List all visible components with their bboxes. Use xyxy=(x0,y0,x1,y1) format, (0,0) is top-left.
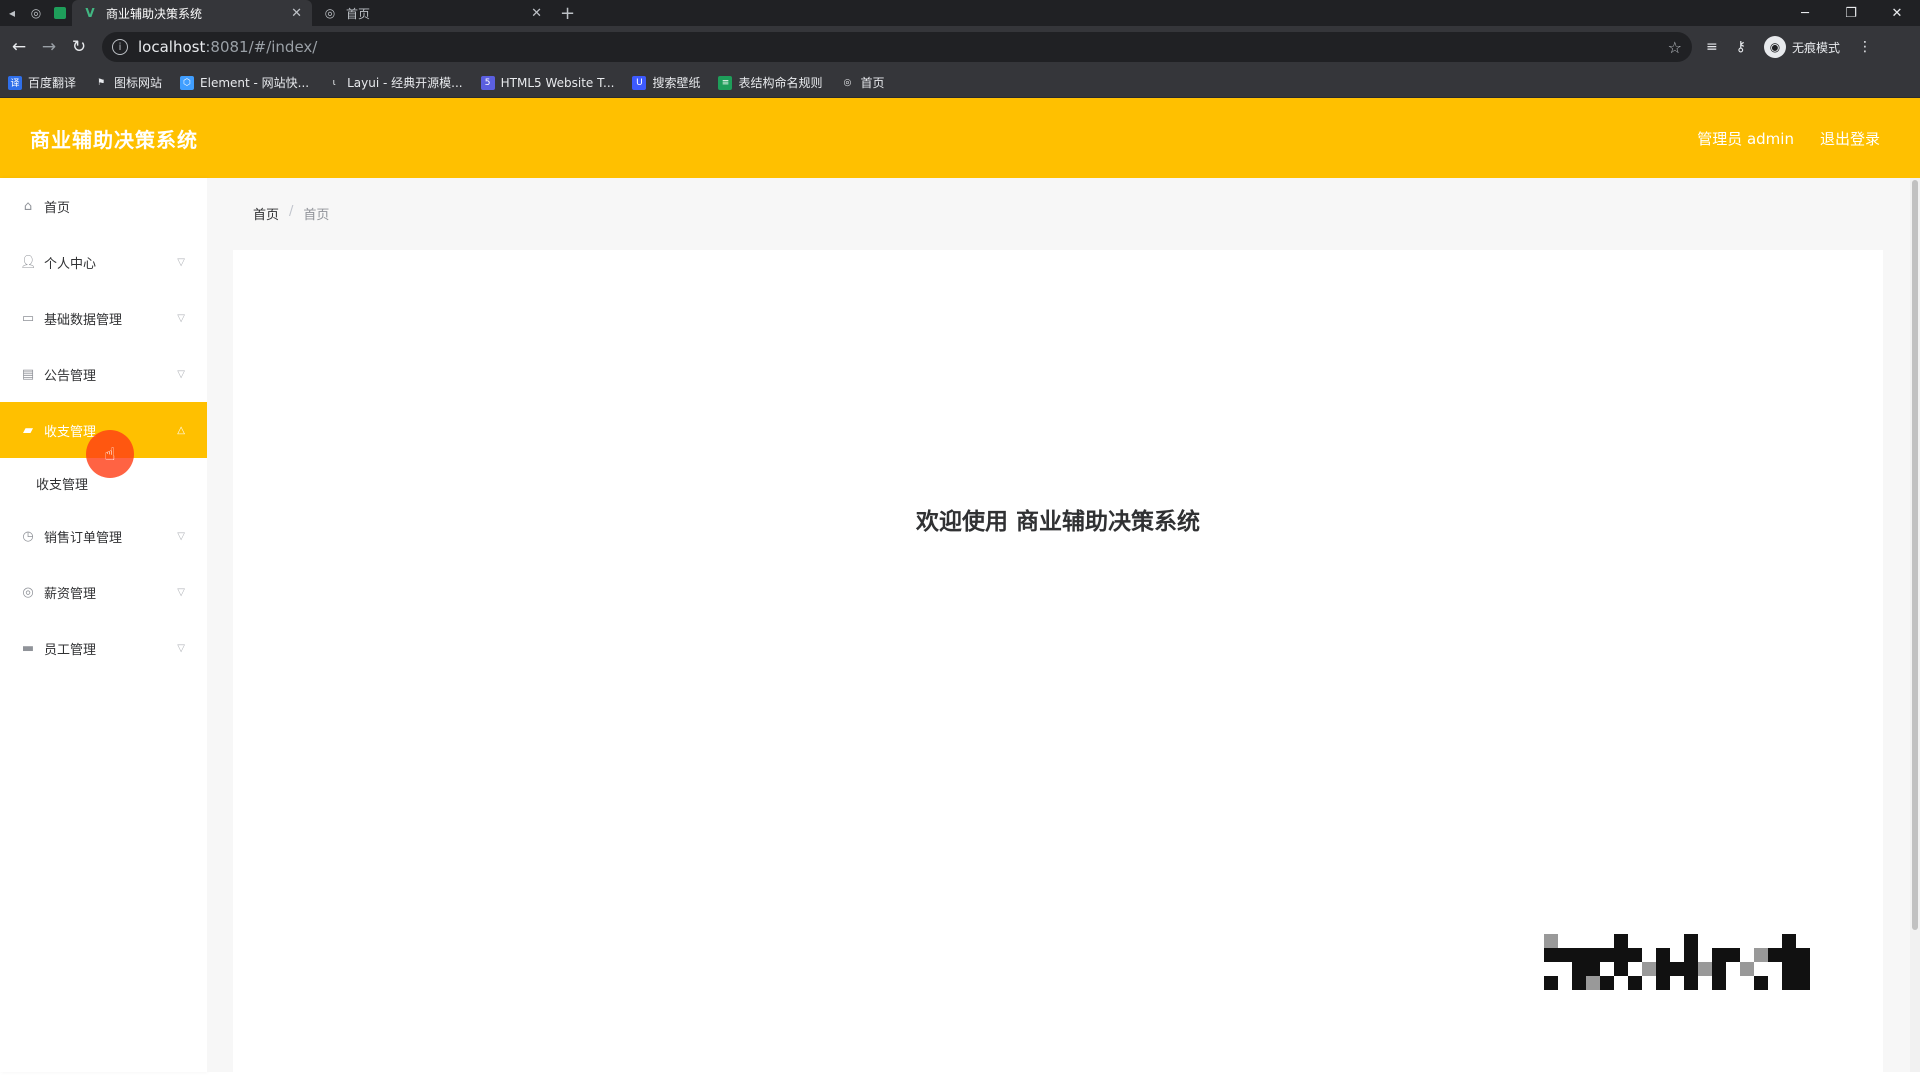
breadcrumb-home[interactable]: 首页 xyxy=(253,204,279,223)
globe-icon: ◎ xyxy=(843,77,852,88)
settings-icon: ◎ xyxy=(22,584,34,600)
mute-icon[interactable]: ◂ xyxy=(0,0,24,26)
chevron-down-icon: ▽ xyxy=(177,530,185,542)
close-tab-icon[interactable]: ✕ xyxy=(291,6,302,21)
chevron-down-icon: ▽ xyxy=(177,312,185,324)
url-path: :8081/#/index/ xyxy=(205,38,318,56)
sidebar-item-notice[interactable]: ▤ 公告管理 ▽ xyxy=(0,346,207,402)
browser-tab[interactable]: ◎ 首页 ✕ xyxy=(312,0,552,26)
forward-icon[interactable]: → xyxy=(34,37,64,57)
profile-button[interactable]: ◉ 无痕模式 xyxy=(1764,36,1840,58)
sidebar-item-label: 销售订单管理 xyxy=(44,530,123,546)
reload-icon[interactable]: ↻ xyxy=(64,37,94,57)
sidebar-item-sales-orders[interactable]: ◷ 销售订单管理 ▽ xyxy=(0,508,207,564)
new-tab-button[interactable]: + xyxy=(560,3,575,24)
bookmark-item[interactable]: 5 HTML5 Website T... xyxy=(480,75,614,90)
home-icon: ⌂ xyxy=(23,198,33,214)
sidebar-item-label: 公告管理 xyxy=(44,368,97,384)
breadcrumb-separator: / xyxy=(289,204,294,219)
sidebar-item-label: 薪资管理 xyxy=(44,586,97,602)
bookmark-item[interactable]: ⬡ Element - 网站快... xyxy=(180,74,309,91)
vue-icon: V xyxy=(85,6,95,20)
message-icon: ▭ xyxy=(21,310,35,326)
sidebar-item-label: 基础数据管理 xyxy=(44,312,123,328)
folder-icon: ▰ xyxy=(23,422,33,438)
document-icon: ▤ xyxy=(21,366,35,382)
clock-icon: ◷ xyxy=(22,528,34,544)
sidebar-menu: ⌂ 首页 👤︎ 个人中心 ▽ ▭ 基础数据管理 ▽ ▤ 公告管理 ▽ ▰ 收支管… xyxy=(0,178,207,1072)
sidebar-item-base-data[interactable]: ▭ 基础数据管理 ▽ xyxy=(0,290,207,346)
chevron-down-icon: ▽ xyxy=(177,586,185,598)
html5-icon: 5 xyxy=(480,75,495,90)
incognito-icon: ◉ xyxy=(1764,36,1786,58)
sidebar-item-personal-center[interactable]: 👤︎ 个人中心 ▽ xyxy=(0,234,207,290)
chevron-down-icon: ▽ xyxy=(177,368,185,380)
chevron-down-icon: ▽ xyxy=(177,642,185,654)
element-icon: ⬡ xyxy=(180,75,195,90)
browser-toolbar: ← → ↻ i localhost:8081/#/index/ ☆ ≡ ⚷ ◉ … xyxy=(0,26,1920,68)
sidebar-item-employees[interactable]: ▬ 员工管理 ▽ xyxy=(0,620,207,676)
flag-icon: ⚑ xyxy=(96,77,106,88)
bookmark-item[interactable]: ⚑ 图标网站 xyxy=(94,74,162,91)
sidebar-item-salary[interactable]: ◎ 薪资管理 ▽ xyxy=(0,564,207,620)
browser-tab-active[interactable]: V 商业辅助决策系统 ✕ xyxy=(72,0,312,26)
minimize-icon[interactable]: ─ xyxy=(1782,6,1828,21)
url-host: localhost xyxy=(138,38,206,56)
layui-icon: ɩ xyxy=(332,77,336,88)
bookmark-item[interactable]: 译百度翻译 xyxy=(8,74,76,91)
welcome-message: 欢迎使用 商业辅助决策系统 xyxy=(915,509,1200,535)
reading-list-icon[interactable]: ≡ xyxy=(1706,39,1718,55)
pointer-cursor-icon: ☝︎ xyxy=(86,430,134,478)
wallpaper-icon: U xyxy=(632,75,647,90)
globe-icon[interactable]: ◎ xyxy=(24,0,48,26)
back-icon[interactable]: ← xyxy=(4,37,34,57)
chevron-up-icon: △ xyxy=(177,424,185,436)
key-icon[interactable]: ⚷ xyxy=(1736,39,1746,55)
bookmark-item[interactable]: U 搜索壁纸 xyxy=(632,74,700,91)
bookmark-item[interactable]: ɩ Layui - 经典开源模... xyxy=(327,74,463,91)
scrollbar[interactable] xyxy=(1910,178,1920,1072)
sidebar-item-home[interactable]: ⌂ 首页 xyxy=(0,178,207,234)
close-window-icon[interactable]: ✕ xyxy=(1874,6,1920,21)
chevron-down-icon: ▽ xyxy=(177,256,185,268)
bookmark-item[interactable]: ◎ 首页 xyxy=(840,74,885,91)
info-icon[interactable]: i xyxy=(112,39,128,55)
user-icon: 👤︎ xyxy=(20,254,37,270)
logout-link[interactable]: 退出登录 xyxy=(1820,128,1880,149)
address-bar[interactable]: i localhost:8081/#/index/ ☆ xyxy=(102,32,1692,62)
sidebar-item-label: 个人中心 xyxy=(44,256,97,272)
sidebar-item-label: 员工管理 xyxy=(44,642,97,658)
window-controls: ─ ❐ ✕ xyxy=(1782,6,1920,21)
sidebar-item-label: 首页 xyxy=(44,200,71,216)
sheet-icon[interactable] xyxy=(48,0,72,26)
sidebar-item-label: 收支管理 xyxy=(44,424,97,440)
browser-tab-strip: ◂ ◎ V 商业辅助决策系统 ✕ ◎ 首页 ✕ + ─ ❐ ✕ xyxy=(0,0,1920,26)
close-tab-icon[interactable]: ✕ xyxy=(531,6,542,21)
app-header: 商业辅助决策系统 管理员 admin 退出登录 xyxy=(0,98,1920,178)
tab-title: 商业辅助决策系统 xyxy=(106,6,203,21)
pixelated-watermark xyxy=(1544,934,1810,990)
tab-title: 首页 xyxy=(346,6,371,21)
sheet-icon: ≡ xyxy=(718,75,733,90)
profile-label: 无痕模式 xyxy=(1792,40,1841,55)
breadcrumb-current: 首页 xyxy=(303,208,330,223)
briefcase-icon: ▬ xyxy=(21,640,35,656)
menu-kebab-icon[interactable]: ⋮ xyxy=(1858,39,1872,55)
globe-icon: ◎ xyxy=(324,6,336,20)
translate-icon: 译 xyxy=(8,75,22,90)
submenu-item-label: 收支管理 xyxy=(36,477,89,493)
breadcrumb: 首页 / 首页 xyxy=(253,204,329,223)
bookmark-item[interactable]: ≡ 表结构命名规则 xyxy=(718,74,822,91)
user-label: 管理员 admin xyxy=(1697,129,1794,148)
restore-icon[interactable]: ❐ xyxy=(1828,6,1874,21)
bookmarks-bar: 译百度翻译 ⚑ 图标网站 ⬡ Element - 网站快... ɩ Layui - 经… xyxy=(0,68,1920,98)
app-title: 商业辅助决策系统 xyxy=(30,127,198,152)
scrollbar-thumb[interactable] xyxy=(1912,180,1918,930)
bookmark-star-icon[interactable]: ☆ xyxy=(1668,38,1682,57)
